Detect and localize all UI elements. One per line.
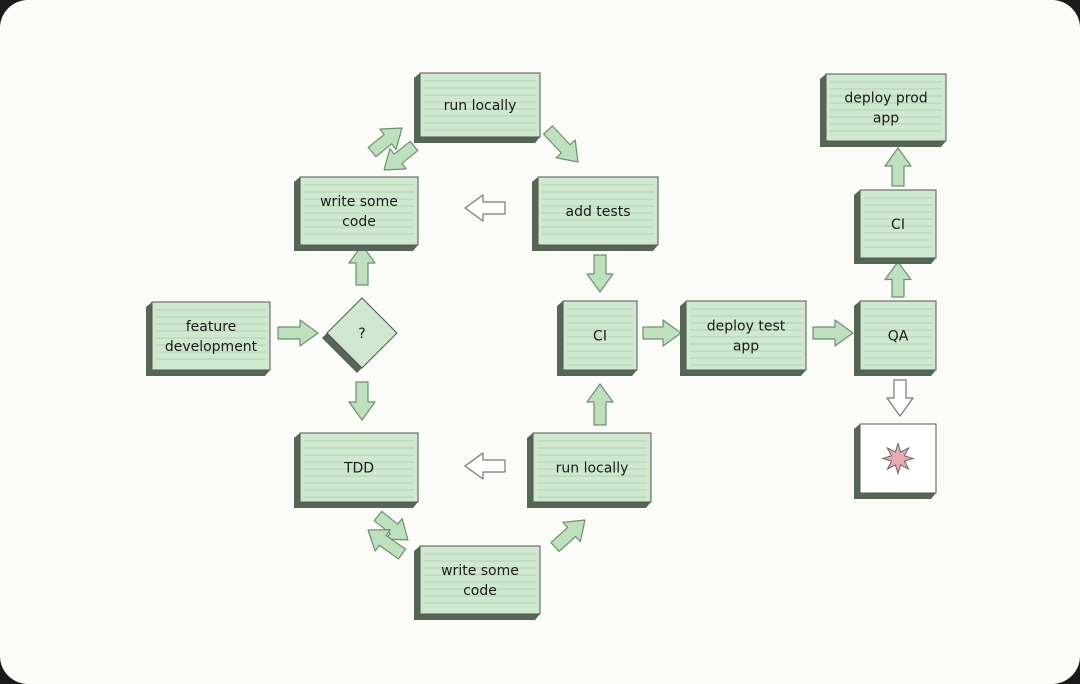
node-run-locally-bottom: run locally xyxy=(527,432,652,508)
arrow-add_tests-to-ci_mid xyxy=(586,254,614,293)
node-write-code-top: write some code xyxy=(294,176,419,251)
node-label: TDD xyxy=(343,461,374,477)
node-label: deploy test xyxy=(707,319,786,335)
node-ci-mid: CI xyxy=(557,300,638,376)
arrow-qa-to-failure xyxy=(886,379,914,417)
node-label: development xyxy=(165,339,258,355)
arrow-run_locally_top-to-add_tests xyxy=(543,125,579,163)
node-label: add tests xyxy=(566,204,631,220)
node-ci-right: CI xyxy=(854,189,937,264)
node-label: app xyxy=(733,339,759,355)
arrow-ci_right-to-deploy_prod xyxy=(884,147,912,187)
node-label: CI xyxy=(593,329,607,345)
arrow-ci_mid-to-deploy_test xyxy=(642,319,682,347)
node-failure xyxy=(854,423,937,499)
node-feature-dev: feature development xyxy=(146,301,271,376)
node-label: code xyxy=(342,214,376,230)
node-label: app xyxy=(873,111,899,127)
node-label: code xyxy=(463,583,497,599)
node-write-code-bottom: write some code xyxy=(414,545,541,620)
node-deploy-test: deploy test app xyxy=(680,300,807,376)
arrow-add_tests-to-write_code_top xyxy=(464,194,506,222)
arrow-run_locally_bottom-to-ci_mid xyxy=(586,383,614,426)
arrow-feature_dev-to-decision xyxy=(277,319,319,347)
arrow-deploy_test-to-qa xyxy=(812,319,854,347)
node-add-tests: add tests xyxy=(532,176,659,251)
arrow-write_code_bottom-to-run_locally_bottom xyxy=(550,519,586,553)
explosion-star-icon xyxy=(881,441,915,476)
workflow-diagram: run locally write some code add tests featur… xyxy=(146,72,947,620)
node-deploy-prod: deploy prod app xyxy=(820,73,947,147)
node-label: run locally xyxy=(444,98,517,114)
arrow-run_locally_bottom-to-tdd xyxy=(464,452,506,480)
node-label: run locally xyxy=(556,461,629,477)
node-label: CI xyxy=(891,217,905,233)
node-decision: ? xyxy=(322,297,398,373)
node-label: QA xyxy=(888,329,909,345)
node-tdd: TDD xyxy=(294,432,419,508)
arrow-decision-to-tdd xyxy=(348,381,376,421)
node-qa: QA xyxy=(854,300,937,376)
node-label: deploy prod xyxy=(844,91,927,107)
node-run-locally-top: run locally xyxy=(414,72,541,143)
node-label: feature xyxy=(186,319,237,335)
node-label: write some xyxy=(441,563,519,579)
node-label: write some xyxy=(320,194,398,210)
arrow-qa-to-ci_right xyxy=(884,261,912,298)
node-label: ? xyxy=(358,326,365,342)
diagram-canvas: run locally write some code add tests featur… xyxy=(0,0,1080,684)
